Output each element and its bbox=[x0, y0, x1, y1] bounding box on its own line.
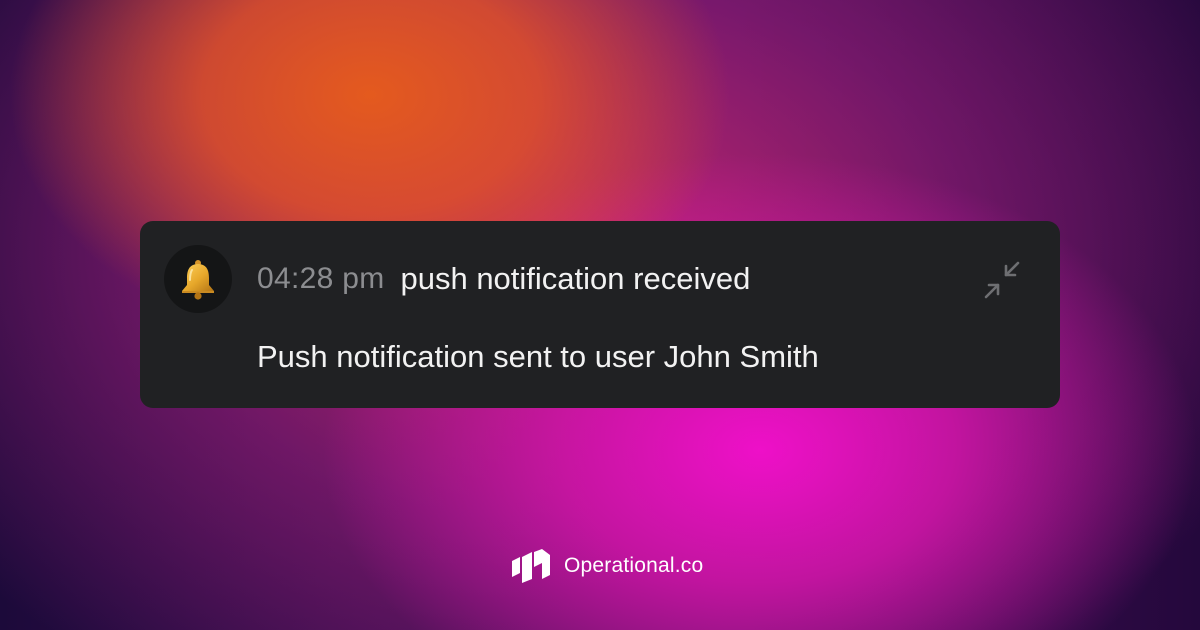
notification-card[interactable]: 04:28 pm push notification received Push… bbox=[140, 221, 1060, 408]
operational-logo-icon bbox=[512, 549, 550, 583]
collapse-button[interactable] bbox=[982, 260, 1022, 300]
notification-header: 04:28 pm push notification received bbox=[257, 259, 750, 299]
notification-title: push notification received bbox=[400, 261, 751, 296]
bell-icon bbox=[182, 260, 214, 300]
brand-footer[interactable]: Operational.co bbox=[512, 548, 703, 584]
notification-time: 04:28 pm bbox=[257, 262, 385, 295]
collapse-arrows-icon bbox=[984, 261, 1020, 299]
notification-avatar bbox=[164, 245, 232, 313]
notification-message: Push notification sent to user John Smit… bbox=[257, 339, 819, 374]
brand-name: Operational.co bbox=[564, 554, 704, 577]
